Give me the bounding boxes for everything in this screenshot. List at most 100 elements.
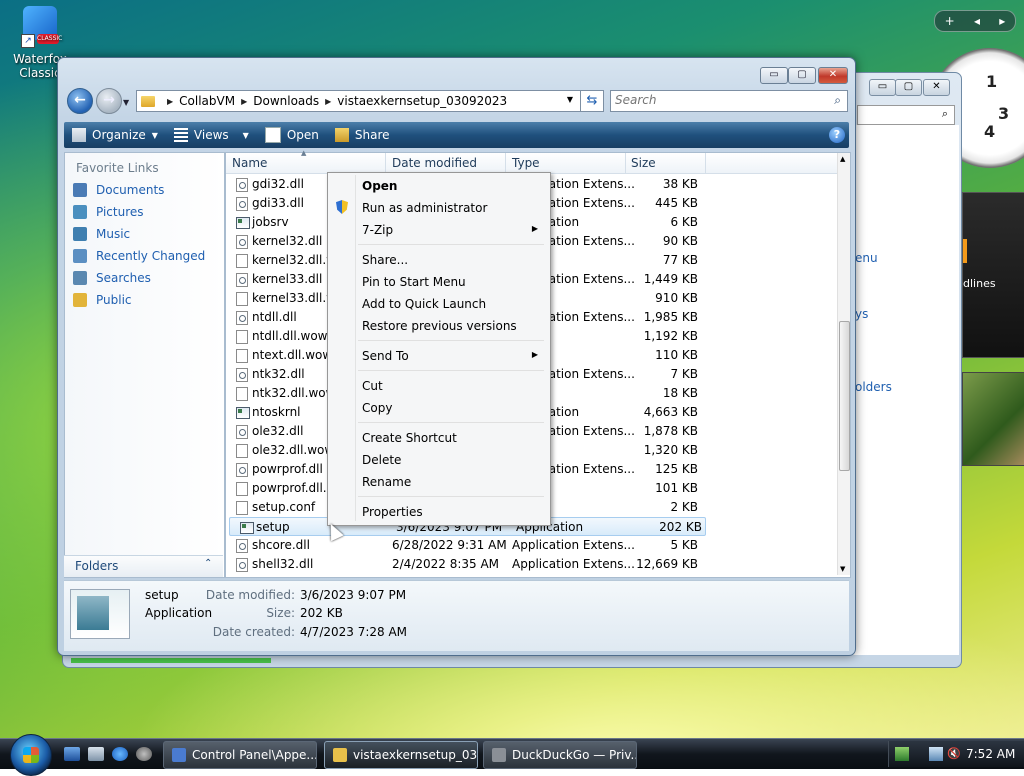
recent-pages-dropdown[interactable]: ▼ (123, 98, 129, 107)
favorite-link-searches[interactable]: Searches (73, 271, 151, 285)
file-size: 1,192 KB (643, 329, 698, 343)
file-size: 1,985 KB (643, 310, 698, 324)
back-link-ys[interactable]: ys (855, 307, 868, 321)
favorite-link-pictures[interactable]: Pictures (73, 205, 144, 219)
minimize-button[interactable]: ▭ (760, 67, 788, 84)
file-row[interactable]: shell32.dll 2/4/2022 8:35 AM Application E… (226, 555, 837, 574)
menu-item-open[interactable]: Open (330, 175, 546, 196)
column-type[interactable]: Type (512, 156, 540, 170)
favorite-link-music[interactable]: Music (73, 227, 130, 241)
scroll-up-icon[interactable]: ▲ (840, 155, 845, 163)
breadcrumb-downloads[interactable]: Downloads (253, 94, 319, 108)
taskbar-button[interactable]: DuckDuckGo — Priv... (483, 741, 637, 769)
column-date-modified[interactable]: Date modified (392, 156, 477, 170)
slideshow-gadget[interactable] (962, 372, 1024, 466)
dll-file-icon (236, 368, 248, 382)
views-button[interactable]: Views ▼ (166, 122, 257, 148)
back-maximize-button[interactable]: ▢ (895, 79, 922, 96)
menu-item-copy[interactable]: Copy (330, 397, 546, 418)
add-gadget-button[interactable]: + (945, 14, 955, 28)
file-size: 77 KB (662, 253, 698, 267)
open-button[interactable]: Open (257, 122, 327, 148)
favorite-link-recently-changed[interactable]: Recently Changed (73, 249, 205, 263)
menu-item-rename[interactable]: Rename (330, 471, 546, 492)
back-search-box[interactable]: ⌕ (857, 105, 955, 125)
refresh-icon: ⇆ (586, 93, 598, 108)
public-icon (73, 293, 87, 307)
menu-item-create-shortcut[interactable]: Create Shortcut (330, 427, 546, 448)
taskbar-app-icon (492, 748, 506, 762)
back-close-button[interactable]: ✕ (923, 79, 950, 96)
file-size: 5 KB (670, 538, 698, 552)
file-row[interactable]: shcore.dll 6/28/2022 9:31 AM Application E… (226, 536, 837, 555)
back-minimize-button[interactable]: ▭ (869, 79, 896, 96)
next-gadget-button[interactable]: ▸ (999, 14, 1005, 28)
taskbar-button[interactable]: vistaexkernsetup_03... (324, 741, 478, 769)
back-link-folders[interactable]: olders (855, 380, 892, 394)
file-size: 202 KB (659, 520, 702, 534)
search-input[interactable] (611, 91, 815, 109)
submenu-arrow-icon: ▶ (531, 350, 538, 359)
column-name[interactable]: Name (232, 156, 267, 170)
taskbar-button[interactable]: Control Panel\Appe... (163, 741, 317, 769)
file-size: 18 KB (662, 386, 698, 400)
folder-icon (141, 95, 155, 107)
details-file-name: setup (145, 588, 179, 602)
scrollbar-thumb[interactable] (839, 321, 850, 471)
file-size: 1,449 KB (643, 272, 698, 286)
help-icon[interactable]: ? (829, 127, 845, 143)
menu-item-delete[interactable]: Delete (330, 449, 546, 470)
volume-muted-icon[interactable]: 🔇 (947, 747, 961, 761)
address-dropdown-button[interactable]: ▼ (561, 90, 579, 110)
file-size: 125 KB (655, 462, 698, 476)
menu-item-properties[interactable]: Properties (330, 501, 546, 522)
open-icon (264, 127, 281, 143)
close-button[interactable]: ✕ (818, 67, 848, 84)
vertical-scrollbar[interactable]: ▲ ▼ (837, 153, 850, 575)
start-button[interactable] (10, 734, 52, 776)
menu-item-run-as-administrator[interactable]: Run as administrator (330, 197, 546, 218)
back-link-menu[interactable]: enu (855, 251, 878, 265)
maximize-button[interactable]: ▢ (788, 67, 816, 84)
menu-item-restore-previous-versions[interactable]: Restore previous versions (330, 315, 546, 336)
sidebar-controls[interactable]: + ◂ ▸ (934, 10, 1016, 32)
organize-button[interactable]: Organize ▼ (64, 122, 166, 148)
folders-toggle[interactable]: Folders ⌃ (64, 555, 223, 577)
clock-time[interactable]: 7:52 AM (966, 747, 1015, 761)
refresh-button[interactable]: ⇆ (580, 90, 604, 112)
internet-explorer-icon[interactable] (112, 747, 128, 761)
menu-item-send-to[interactable]: Send To ▶ (330, 345, 546, 366)
chevron-right-icon[interactable]: ▶ (167, 97, 173, 106)
organize-icon (72, 128, 86, 142)
file-name: ntoskrnl (252, 405, 301, 419)
menu-item-add-to-quick-launch[interactable]: Add to Quick Launch (330, 293, 546, 314)
menu-item-7-zip[interactable]: 7-Zip ▶ (330, 219, 546, 240)
breadcrumb-current-folder[interactable]: vistaexkernsetup_03092023 (337, 94, 507, 108)
forward-button[interactable]: → (96, 88, 122, 114)
network-status-icon[interactable] (895, 747, 909, 761)
favorite-link-public[interactable]: Public (73, 293, 132, 307)
headlines-gadget[interactable]: dlines (962, 192, 1024, 358)
back-button[interactable]: ← (67, 88, 93, 114)
search-icon[interactable]: ⌕ (834, 93, 841, 108)
column-size[interactable]: Size (631, 156, 656, 170)
scroll-down-icon[interactable]: ▼ (840, 565, 845, 573)
share-button[interactable]: Share (327, 122, 398, 148)
search-box[interactable]: ⌕ (610, 90, 848, 112)
network-icon[interactable] (929, 747, 943, 761)
menu-item-share[interactable]: Share... (330, 249, 546, 270)
switch-windows-icon[interactable] (88, 747, 104, 761)
breadcrumb-collabvm[interactable]: CollabVM (179, 94, 235, 108)
chevron-right-icon[interactable]: ▶ (325, 97, 331, 106)
dll-file-icon (236, 558, 248, 572)
browser-quicklaunch-icon[interactable] (136, 747, 152, 761)
chevron-right-icon[interactable]: ▶ (241, 97, 247, 106)
menu-item-cut[interactable]: Cut (330, 375, 546, 396)
menu-item-pin-to-start-menu[interactable]: Pin to Start Menu (330, 271, 546, 292)
favorite-link-documents[interactable]: Documents (73, 183, 164, 197)
details-size: 202 KB (300, 606, 343, 620)
navigation-pane: Favorite Links Documents Pictures Music Rec… (64, 152, 225, 578)
address-bar[interactable]: ▶ CollabVM ▶ Downloads ▶ vistaexkernsetu… (136, 90, 581, 112)
show-desktop-icon[interactable] (64, 747, 80, 761)
prev-gadget-button[interactable]: ◂ (974, 14, 980, 28)
